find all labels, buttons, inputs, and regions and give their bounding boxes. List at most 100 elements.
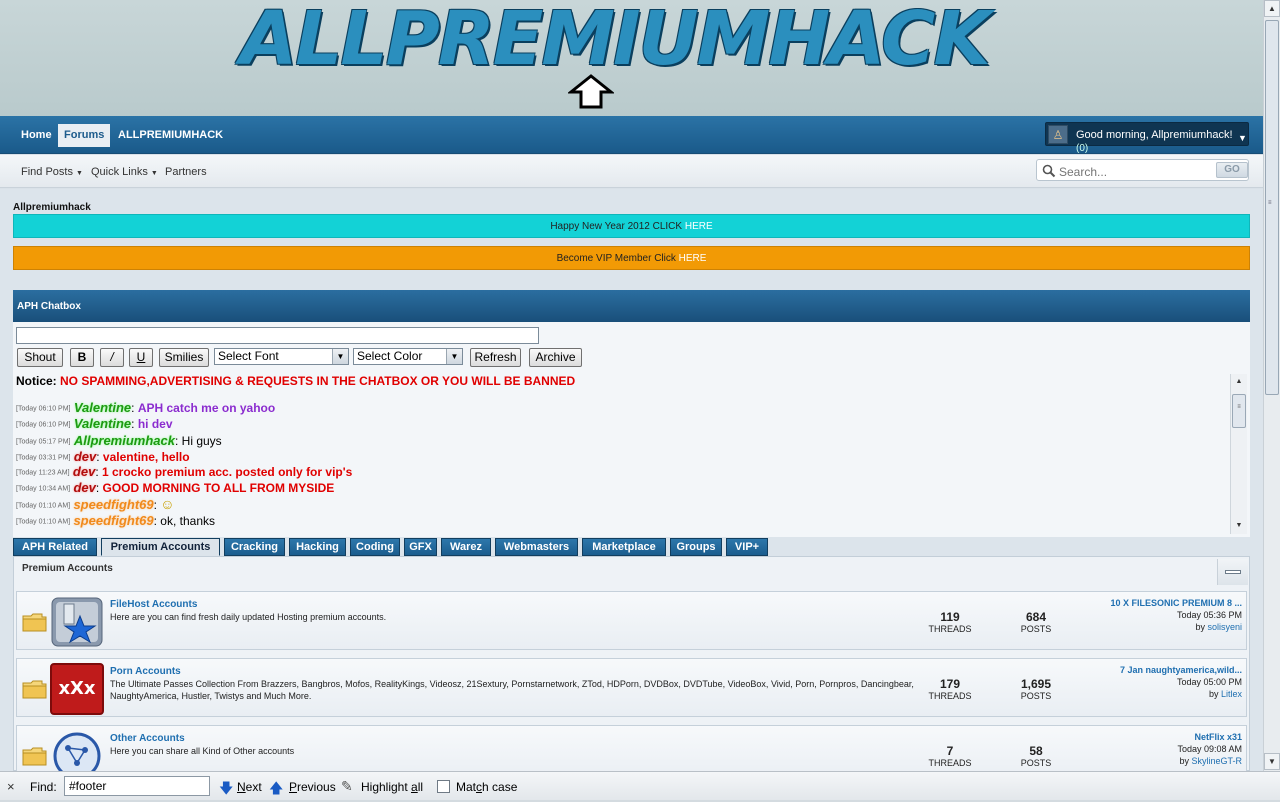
message-user[interactable]: speedfight69 (73, 497, 153, 512)
forum-name[interactable]: Porn Accounts (110, 666, 181, 677)
message-user[interactable]: Valentine (74, 400, 131, 415)
search-go-button[interactable]: GO (1216, 162, 1248, 178)
last-post: NetFlix x31 Today 09:08 AM by SkylineGT-… (1042, 731, 1242, 767)
last-post: 7 Jan naughtyamerica,wild... Today 05:00… (1042, 664, 1242, 700)
find-previous-button[interactable]: Previous (289, 780, 336, 794)
message-text: 1 crocko premium acc. posted only for vi… (102, 465, 353, 479)
message-user[interactable]: Valentine (74, 416, 131, 431)
tab-warez[interactable]: Warez (441, 538, 491, 556)
last-post-user[interactable]: Litlex (1221, 689, 1242, 699)
chat-message: [Today 10:34 AM] dev: GOOD MORNING TO AL… (16, 480, 335, 495)
message-time: [Today 11:23 AM] (16, 469, 70, 477)
user-menu[interactable]: ♙ Good morning, Allpremiumhack! (0) ▼ (1045, 122, 1249, 154)
scroll-down-icon[interactable]: ▼ (1264, 753, 1280, 770)
nav-tab-home[interactable]: Home (15, 124, 58, 147)
xxx-icon[interactable]: xXx (50, 663, 104, 715)
find-input[interactable] (64, 776, 210, 796)
chevron-down-icon: ▼ (446, 349, 462, 364)
last-post-by: by (1208, 689, 1221, 699)
previous-accesskey: P (289, 780, 298, 794)
new-year-banner: Happy New Year 2012 CLICK HERE (13, 214, 1250, 238)
search-icon (1042, 164, 1056, 178)
tab-hacking[interactable]: Hacking (289, 538, 346, 556)
nav-tab-allpremiumhack[interactable]: ALLPREMIUMHACK (112, 124, 229, 147)
vip-banner: Become VIP Member Click HERE (13, 246, 1250, 270)
collapse-button[interactable] (1217, 559, 1248, 585)
tab-coding[interactable]: Coding (350, 538, 400, 556)
forum-row-filehost: FileHost Accounts Here are you can find … (16, 591, 1247, 650)
message-time: [Today 01:10 AM] (16, 518, 71, 526)
search-input[interactable] (1059, 165, 1209, 179)
chat-scrollbar[interactable]: ▲ ≡ ▼ (1230, 374, 1247, 534)
last-post-title[interactable]: 10 X FILESONIC PREMIUM 8 ... (1042, 597, 1242, 609)
shout-button[interactable]: Shout (17, 348, 63, 367)
archive-button[interactable]: Archive (529, 348, 582, 367)
scroll-up-icon[interactable]: ▲ (1231, 374, 1247, 389)
tab-gfx[interactable]: GFX (404, 538, 437, 556)
tab-groups[interactable]: Groups (670, 538, 722, 556)
underline-button[interactable]: U (129, 348, 153, 367)
message-time: [Today 10:34 AM] (16, 485, 71, 493)
last-post-title[interactable]: NetFlix x31 (1042, 731, 1242, 743)
next-accesskey: N (237, 780, 246, 794)
other-accounts-icon[interactable] (50, 730, 104, 771)
message-user[interactable]: dev (73, 480, 95, 495)
new-year-banner-link[interactable]: HERE (685, 221, 713, 232)
last-post-user[interactable]: solisyeni (1207, 622, 1242, 632)
scroll-thumb[interactable]: ≡ (1232, 394, 1246, 428)
tab-vip-plus[interactable]: VIP+ (726, 538, 768, 556)
chat-messages: [Today 06:10 PM] Valentine: APH catch me… (14, 392, 1229, 534)
font-select-value: Select Font (218, 349, 279, 363)
site-header: ALLPREMIUMHACK (0, 0, 1263, 116)
find-posts-menu[interactable]: Find Posts ▼ (21, 166, 83, 178)
message-text: valentine, hello (102, 450, 190, 464)
partners-link[interactable]: Partners (165, 166, 207, 178)
highlight-all-button[interactable]: Highlight all (361, 780, 423, 794)
last-post-user[interactable]: SkylineGT-R (1191, 756, 1242, 766)
match-case-label[interactable]: Match case (456, 780, 517, 794)
italic-button[interactable]: / (100, 348, 124, 367)
tab-premium-accounts[interactable]: Premium Accounts (101, 538, 220, 556)
nav-tab-forums[interactable]: Forums (58, 124, 111, 147)
threads-label: THREADS (928, 758, 972, 768)
chat-message-input[interactable] (16, 327, 539, 344)
tab-webmasters[interactable]: Webmasters (495, 538, 578, 556)
find-next-button[interactable]: Next (237, 780, 262, 794)
tab-cracking[interactable]: Cracking (224, 538, 285, 556)
last-post-title[interactable]: 7 Jan naughtyamerica,wild... (1042, 664, 1242, 676)
find-bar: × Find: 🡇 Next 🡅 Previous ✎ Highlight al… (0, 771, 1280, 800)
match-case-checkbox[interactable] (437, 780, 450, 793)
quick-links-menu[interactable]: Quick Links ▼ (91, 166, 158, 178)
arrow-down-icon: 🡇 (219, 780, 234, 796)
scroll-down-icon[interactable]: ▼ (1231, 518, 1247, 533)
site-logo[interactable]: ALLPREMIUMHACK (240, 2, 1020, 76)
forum-name[interactable]: FileHost Accounts (110, 599, 197, 610)
smiley-icon: ☺ (160, 496, 175, 512)
filehost-star-icon[interactable] (50, 596, 104, 648)
smilies-button[interactable]: Smilies (159, 348, 209, 367)
highlight-label: Highlight (361, 780, 412, 794)
scroll-thumb[interactable] (1265, 20, 1279, 395)
tab-aph-related[interactable]: APH Related (13, 538, 97, 556)
avatar-icon: ♙ (1048, 125, 1068, 144)
message-user[interactable]: Allpremiumhack (74, 433, 175, 448)
bold-button[interactable]: B (70, 348, 94, 367)
message-time: [Today 05:17 PM] (16, 438, 71, 446)
vip-banner-link[interactable]: HERE (679, 253, 707, 264)
message-user[interactable]: speedfight69 (73, 513, 153, 528)
forum-name[interactable]: Other Accounts (110, 733, 185, 744)
scroll-up-icon[interactable]: ▲ (1264, 0, 1280, 17)
close-icon[interactable]: × (7, 779, 15, 794)
message-user[interactable]: dev (74, 449, 96, 464)
refresh-button[interactable]: Refresh (470, 348, 521, 367)
page-scrollbar[interactable]: ▲ ≡ ▼ (1263, 0, 1280, 771)
color-select[interactable]: Select Color ▼ (353, 348, 463, 365)
message-time: [Today 01:10 AM] (16, 502, 71, 510)
tab-marketplace[interactable]: Marketplace (582, 538, 666, 556)
message-text: GOOD MORNING TO ALL FROM MYSIDE (102, 481, 335, 495)
chat-message: [Today 03:31 PM] dev: valentine, hello (16, 449, 190, 464)
thread-count: 179 THREADS (920, 677, 980, 701)
message-user[interactable]: dev (73, 464, 95, 479)
breadcrumb[interactable]: Allpremiumhack (13, 202, 91, 213)
font-select[interactable]: Select Font ▼ (214, 348, 349, 365)
